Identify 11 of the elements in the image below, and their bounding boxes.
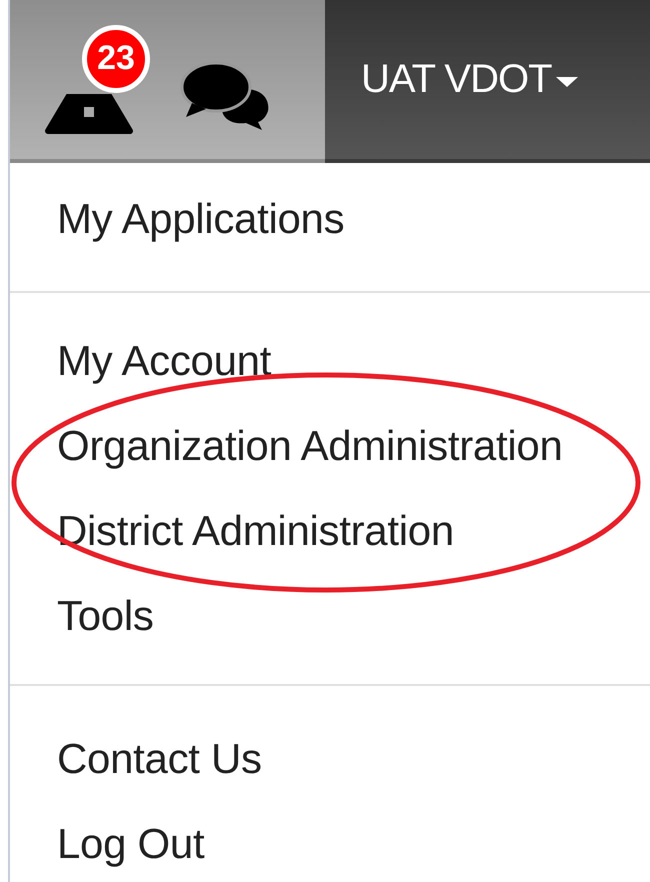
menu-item[interactable]: Log Out — [10, 801, 204, 882]
user-menu-button[interactable]: UAT VDOT — [361, 57, 578, 102]
menu-item[interactable]: Contact Us — [10, 716, 262, 801]
notification-badge: 23 — [82, 24, 150, 92]
menu-item[interactable]: Organization Administration — [10, 403, 562, 488]
menu-item[interactable]: District Administration — [10, 488, 454, 573]
caret-icon — [556, 76, 578, 86]
menu-item[interactable]: Tools — [10, 573, 154, 658]
warning-icon[interactable] — [44, 94, 134, 134]
menu-item[interactable]: My Account — [10, 318, 272, 403]
menu-item[interactable]: My Applications — [10, 176, 344, 261]
